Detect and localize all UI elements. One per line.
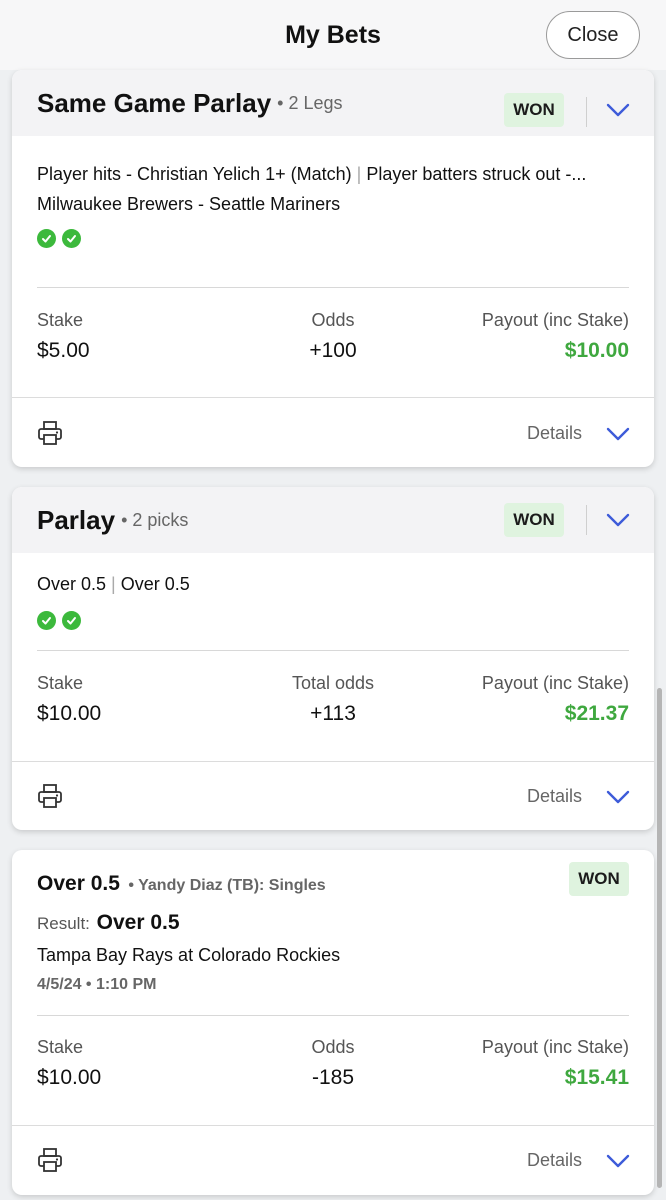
bet-card-single: Over 0.5 • Yandy Diaz (TB): Singles WON … [12,850,654,1195]
details-link[interactable]: Details [527,1150,582,1171]
bet-card-header[interactable]: Same Game Parlay • 2 Legs WON [12,70,654,136]
odds-label: Odds [311,310,355,330]
leg-2: Player batters struck out -... [366,164,587,184]
chevron-down-icon[interactable] [605,102,631,118]
payout-label: Payout (inc Stake) [481,1037,629,1057]
result-label: Result: [37,914,90,933]
scrollbar[interactable] [657,688,662,1188]
event-name: Milwaukee Brewers - Seattle Mariners [37,194,341,214]
bet-card-header[interactable]: Parlay • 2 picks WON [12,487,654,553]
bet-legs: Over 0.5 | Over 0.5 [37,574,190,595]
divider [37,1015,629,1016]
header-divider [586,505,587,535]
stake-value: $10.00 [37,702,102,725]
printer-icon[interactable] [37,420,63,446]
stake-value: $10.00 [37,1066,102,1089]
header-divider [586,97,587,127]
leg-1: Over 0.5 [37,574,107,594]
event-name: Tampa Bay Rays at Colorado Rockies [37,945,341,965]
top-bar: My Bets Close [0,0,666,70]
odds-value: +113 [310,702,356,725]
result-line: Result: Over 0.5 [37,911,180,935]
payout-value: $10.00 [564,339,629,362]
close-button[interactable]: Close [546,11,640,59]
divider [37,287,629,288]
leg-2: Over 0.5 [120,574,190,594]
total-odds-label: Total odds [291,673,375,693]
leg-separator: | [356,164,362,184]
leg-1: Player hits - Christian Yelich 1+ (Match… [37,164,352,184]
bet-selection-meta: • Yandy Diaz (TB): Singles [128,877,326,894]
payout-label: Payout (inc Stake) [481,310,629,330]
printer-icon[interactable] [37,1147,63,1173]
chevron-down-icon[interactable] [605,512,631,528]
details-link[interactable]: Details [527,423,582,444]
stake-label: Stake [37,673,84,693]
chevron-down-icon[interactable] [605,789,631,805]
chevron-down-icon[interactable] [605,426,631,442]
bet-card-same-game-parlay: Same Game Parlay • 2 Legs WON Player hit… [12,70,654,467]
payout-label: Payout (inc Stake) [481,673,629,693]
bet-picks-count: • 2 picks [121,509,189,530]
payout-value: $21.37 [564,702,629,725]
chevron-down-icon[interactable] [605,1153,631,1169]
bet-title: Same Game Parlay [37,87,272,118]
divider [12,761,654,762]
bet-card-header[interactable]: Over 0.5 • Yandy Diaz (TB): Singles [37,872,326,896]
status-badge: WON [569,862,629,896]
details-link[interactable]: Details [527,786,582,807]
event-datetime: 4/5/24 • 1:10 PM [37,976,157,993]
result-value: Over 0.5 [96,911,180,934]
bet-card-parlay: Parlay • 2 picks WON Over 0.5 | Over 0.5 S… [12,487,654,830]
status-badge: WON [504,93,564,127]
leg-separator: | [111,574,116,594]
check-icon [62,611,81,630]
bet-legs: Player hits - Christian Yelich 1+ (Match… [37,164,586,185]
odds-value: -185 [311,1066,355,1089]
payout-value: $15.41 [564,1066,629,1089]
leg-results [37,611,81,630]
odds-value: +100 [309,339,357,362]
printer-icon[interactable] [37,783,63,809]
check-icon [62,229,81,248]
divider [12,397,654,398]
stake-label: Stake [37,1037,84,1057]
bet-title: Parlay [37,504,116,535]
leg-results [37,229,81,248]
odds-label: Odds [311,1037,355,1057]
divider [12,1125,654,1126]
stake-label: Stake [37,310,84,330]
divider [37,650,629,651]
status-badge: WON [504,503,564,537]
bet-legs-count: • 2 Legs [277,92,343,113]
stake-value: $5.00 [37,339,90,362]
bet-title: Over 0.5 [37,872,120,895]
check-icon [37,611,56,630]
page-title: My Bets [285,20,381,49]
check-icon [37,229,56,248]
